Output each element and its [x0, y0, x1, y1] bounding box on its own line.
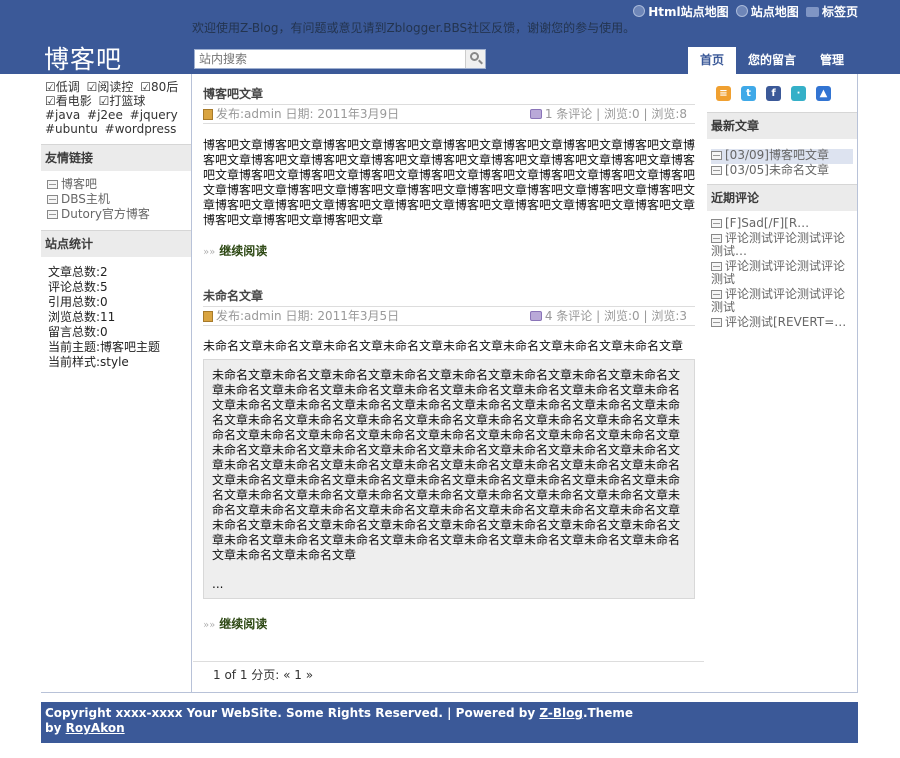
pagination[interactable]: 1 of 1 分页: « 1 » [213, 666, 313, 683]
recent-posts: [03/09]博客吧文章 [03/05]未命名文章 [707, 139, 857, 179]
html-sitemap-link[interactable]: Html站点地图 [633, 3, 729, 20]
main-nav: 首页 您的留言 管理 [688, 47, 856, 74]
link-icon [47, 195, 58, 204]
friend-links: 博客吧 DBS主机 Dutory官方博客 [41, 171, 191, 222]
doc-icon [711, 166, 722, 175]
comment-doc-icon [711, 219, 722, 228]
author-icon [203, 109, 213, 120]
twitter-icon[interactable]: t [741, 86, 756, 101]
top-links: Html站点地图 站点地图 标签页 [630, 3, 858, 20]
tag-item[interactable]: #wordpress [105, 122, 177, 136]
quote-ellipsis: ... [212, 577, 224, 591]
stats-heading: 站点统计 [41, 230, 191, 257]
comment-item[interactable]: 评论测试评论测试评论测试… [711, 232, 853, 260]
rss-icon[interactable]: ≡ [716, 86, 731, 101]
comment-count-link[interactable]: 4 条评论 | 浏览:0 | 浏览:3 [545, 309, 687, 323]
post-title[interactable]: 博客吧文章 [203, 84, 695, 104]
comment-item[interactable]: [F]Sad[/F][R… [711, 217, 853, 232]
social-links: ≡ t f · ▲ [707, 80, 857, 107]
site-stats: 文章总数:2 评论总数:5 引用总数:0 浏览总数:11 留言总数:0 当前主题… [41, 257, 191, 370]
post-body: 未命名文章未命名文章未命名文章未命名文章未命名文章未命名文章未命名文章未命名文章 [203, 339, 684, 353]
doc-icon [711, 151, 722, 160]
links-heading: 友情链接 [41, 144, 191, 171]
welcome-message: 欢迎使用Z-Blog，有问题或意见请到Zblogger.BBS社区反馈，谢谢您的… [192, 21, 636, 35]
globe-icon [735, 5, 748, 17]
comment-item[interactable]: 评论测试评论测试评论测试 [711, 260, 853, 288]
footer-line-2: by RoyAkon [45, 721, 125, 735]
post: 未命名文章 发布:admin 日期: 2011年3月5日 4 条评论 | 浏览:… [203, 286, 695, 632]
comment-item[interactable]: 评论测试评论测试评论测试 [711, 288, 853, 316]
tags-page-link[interactable]: 标签页 [805, 3, 858, 20]
left-sidebar: ☑低调 ☑阅读控 ☑80后 ☑看电影 ☑打篮球 #java #j2ee #jqu… [41, 80, 191, 370]
tag-item[interactable]: ☑低调 [45, 80, 80, 94]
stat-item: 浏览总数:11 [48, 310, 116, 324]
link-icon [47, 180, 58, 189]
stat-item: 留言总数:0 [48, 325, 108, 339]
comment-item[interactable]: 评论测试[REVERT=… [711, 316, 853, 331]
nav-admin[interactable]: 管理 [808, 47, 856, 74]
comment-icon [529, 311, 542, 321]
read-more-link[interactable]: »» 继续阅读 [203, 615, 695, 632]
globe-icon [633, 5, 646, 17]
comment-doc-icon [711, 234, 722, 243]
nav-home[interactable]: 首页 [688, 47, 737, 74]
site-footer: Copyright xxxx-xxxx Your WebSite. Some R… [41, 702, 858, 743]
post-title[interactable]: 未命名文章 [203, 286, 695, 306]
tag-item[interactable]: ☑80后 [140, 80, 178, 94]
tag-cloud: ☑低调 ☑阅读控 ☑80后 ☑看电影 ☑打篮球 #java #j2ee #jqu… [41, 80, 191, 136]
recent-comments-heading: 近期评论 [707, 184, 857, 211]
arrow-icon: »» [203, 620, 216, 631]
recent-post-item[interactable]: [03/09]博客吧文章 [711, 149, 853, 164]
tag-item[interactable]: #jquery [130, 108, 178, 122]
search-box [194, 49, 486, 69]
recent-post-item[interactable]: [03/05]未命名文章 [711, 164, 853, 179]
tag-item[interactable]: ☑打篮球 [99, 94, 146, 108]
tag-item[interactable]: #ubuntu [45, 122, 98, 136]
stat-item: 评论总数:5 [48, 280, 108, 294]
read-more-link[interactable]: »» 继续阅读 [203, 242, 695, 259]
post-meta: 发布:admin 日期: 2011年3月9日 1 条评论 | 浏览:0 | 浏览… [203, 104, 695, 124]
tag-item[interactable]: ☑看电影 [45, 94, 92, 108]
post-body: 博客吧文章博客吧文章博客吧文章博客吧文章博客吧文章博客吧文章博客吧文章博客吧文章… [203, 138, 696, 227]
friend-link[interactable]: 博客吧 [47, 177, 185, 192]
facebook-icon[interactable]: f [766, 86, 781, 101]
arrow-icon: »» [203, 247, 216, 258]
footer-line-1: Copyright xxxx-xxxx Your WebSite. Some R… [45, 706, 634, 720]
quote-text: 未命名文章未命名文章未命名文章未命名文章未命名文章未命名文章未命名文章未命名文章… [212, 368, 681, 562]
site-logo[interactable]: 博客吧 [44, 40, 122, 76]
tag-icon [805, 7, 819, 17]
delicious-icon[interactable]: ▲ [816, 86, 831, 101]
post: 博客吧文章 发布:admin 日期: 2011年3月9日 1 条评论 | 浏览:… [203, 84, 695, 259]
author-icon [203, 311, 213, 322]
comment-icon [529, 109, 542, 119]
tag-item[interactable]: #j2ee [87, 108, 123, 122]
stat-item: 引用总数:0 [48, 295, 108, 309]
site-header: Html站点地图 站点地图 标签页 欢迎使用Z-Blog，有问题或意见请到Zbl… [0, 0, 900, 74]
nav-guestbook[interactable]: 您的留言 [736, 47, 808, 74]
sitemap-link[interactable]: 站点地图 [735, 3, 799, 20]
search-input[interactable] [195, 50, 463, 68]
post-quote: 未命名文章未命名文章未命名文章未命名文章未命名文章未命名文章未命名文章未命名文章… [203, 359, 695, 599]
comment-doc-icon [711, 290, 722, 299]
friend-link[interactable]: Dutory官方博客 [47, 207, 185, 222]
stat-item: 当前主题:博客吧主题 [48, 340, 161, 354]
comment-count-link[interactable]: 1 条评论 | 浏览:0 | 浏览:8 [545, 107, 687, 121]
chat-icon[interactable]: · [791, 86, 806, 101]
stat-item: 文章总数:2 [48, 265, 108, 279]
tag-item[interactable]: ☑阅读控 [87, 80, 134, 94]
right-sidebar: ≡ t f · ▲ 最新文章 [03/09]博客吧文章 [03/05]未命名文章 近期评… [707, 80, 857, 331]
search-button[interactable] [465, 50, 485, 68]
link-icon [47, 210, 58, 219]
tag-item[interactable]: #java [45, 108, 80, 122]
stat-item: 当前样式:style [48, 355, 129, 369]
recent-posts-heading: 最新文章 [707, 112, 857, 139]
post-meta: 发布:admin 日期: 2011年3月5日 4 条评论 | 浏览:0 | 浏览… [203, 306, 695, 326]
recent-comments: [F]Sad[/F][R… 评论测试评论测试评论测试… 评论测试评论测试评论测试… [707, 211, 857, 331]
comment-doc-icon [711, 262, 722, 271]
comment-doc-icon [711, 318, 722, 327]
author-link[interactable]: RoyAkon [66, 721, 125, 735]
main-content: 博客吧文章 发布:admin 日期: 2011年3月9日 1 条评论 | 浏览:… [203, 84, 695, 632]
friend-link[interactable]: DBS主机 [47, 192, 185, 207]
zblog-link[interactable]: Z-Blog [539, 706, 583, 720]
